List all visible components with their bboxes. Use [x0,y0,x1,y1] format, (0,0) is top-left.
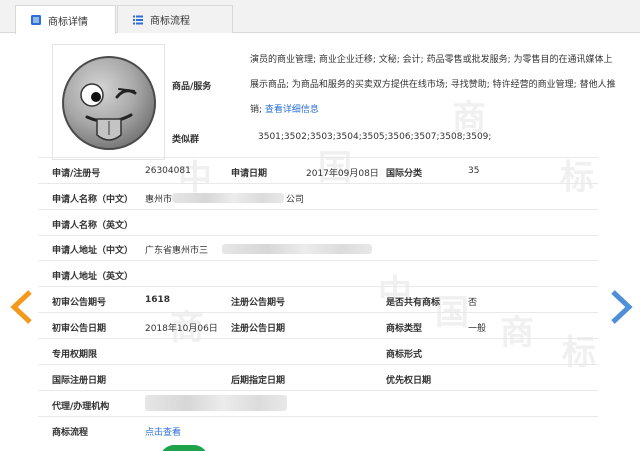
tab-label: 商标流程 [150,16,190,27]
winking-tongue-emoji-icon [62,56,156,150]
similar-group-value: 3501;3502;3503;3504;3505;3506;3507;3508;… [258,132,492,142]
process-label: 商标流程 [52,428,89,438]
redacted-text [145,395,287,411]
view-process-link[interactable]: 点击查看 [145,425,181,438]
prelim-date-value: 2018年10月06日 [145,324,218,334]
watermark-char: 国 [435,293,469,333]
row-divider [38,416,598,417]
address-cn-prefix: 广东省惠州市三 [145,246,209,256]
reg-pub-date-label: 注册公告日期 [231,324,286,334]
mark-form-label: 商标形式 [386,350,423,360]
tab-bar: 商标详情 商标流程 [0,0,640,34]
applicant-en-label: 申请人名称（英文） [52,221,134,231]
agent-label: 代理/办理机构 [52,402,110,412]
prelim-date-label: 初审公告日期 [52,324,107,334]
address-en-label: 申请人地址（英文） [52,272,134,282]
intl-class-value: 35 [468,166,480,176]
list-icon [133,15,143,25]
document-icon [31,15,41,25]
exclusive-period-label: 专用权期限 [52,350,98,360]
apply-date-label: 申请日期 [231,169,268,179]
tab-label: 商标详情 [48,16,88,28]
shared-label: 是否共有商标 [386,298,441,308]
intl-class-label: 国际分类 [386,169,423,179]
row-divider [38,312,598,313]
prelim-no-value: 1618 [145,295,171,305]
applicant-cn-suffix: 公司 [286,195,305,205]
row-divider [38,338,598,339]
mark-type-value: 一般 [468,324,487,334]
shared-value: 否 [468,298,478,308]
applicant-cn-prefix: 惠州市 [145,195,173,205]
services-label: 商品/服务 [172,82,212,92]
row-divider [38,390,598,391]
previous-arrow-icon[interactable] [10,290,32,324]
row-divider [38,157,598,158]
row-divider [38,260,598,261]
tab-trademark-process[interactable]: 商标流程 [117,5,233,33]
row-divider [38,209,598,210]
priority-date-label: 优先权日期 [386,376,432,386]
next-arrow-icon[interactable] [611,290,633,324]
view-details-link[interactable]: 查看详细信息 [265,105,319,115]
apply-date-value: 2017年09月08日 [306,169,379,179]
reg-no-value: 26304081 [145,166,191,176]
row-divider [38,235,598,236]
applicant-cn-label: 申请人名称（中文） [52,195,134,205]
row-divider [38,364,598,365]
prelim-no-label: 初审公告期号 [52,298,107,308]
reg-no-label: 申请/注册号 [52,169,101,179]
watermark-char: 标 [562,333,596,373]
redacted-text [222,244,372,254]
row-divider [38,183,598,184]
reg-pub-no-label: 注册公告期号 [231,298,286,308]
watermark-char: 国 [318,148,352,188]
tab-trademark-details[interactable]: 商标详情 [15,5,116,34]
row-divider [38,286,598,287]
redacted-text [172,193,284,203]
mark-type-label: 商标类型 [386,324,423,334]
services-text-block: 演员的商业管理; 商业企业迁移; 文秘; 会计; 药品零售或批发服务; 为零售目… [250,48,620,123]
address-cn-label: 申请人地址（中文） [52,246,134,256]
intl-reg-date-label: 国际注册日期 [52,376,107,386]
later-date-label: 后期指定日期 [231,376,286,386]
similar-group-label: 类似群 [172,135,200,145]
green-badge-partial [160,445,208,451]
trademark-image [52,44,165,160]
